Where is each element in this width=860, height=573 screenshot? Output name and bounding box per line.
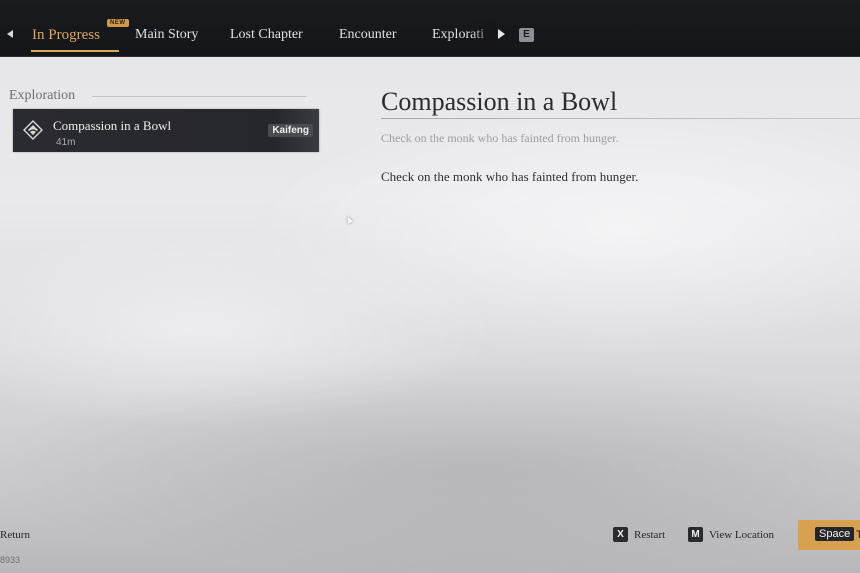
quest-detail-title: Compassion in a Bowl bbox=[381, 87, 618, 116]
restart-button[interactable]: Restart bbox=[634, 529, 665, 541]
quest-distance: 41m bbox=[56, 137, 76, 148]
view-location-key-hint: M bbox=[688, 527, 703, 542]
tab-encounter[interactable]: Encounter bbox=[339, 27, 397, 43]
quest-region-badge: Kaifeng bbox=[268, 124, 313, 137]
section-divider bbox=[92, 96, 306, 97]
detail-divider bbox=[381, 118, 860, 119]
uid-text: 8933 bbox=[0, 555, 21, 565]
section-label-exploration: Exploration bbox=[9, 88, 76, 103]
quest-objective: Check on the monk who has fainted from h… bbox=[381, 169, 639, 184]
return-button[interactable]: Return bbox=[0, 529, 30, 541]
tab-lost-chapter[interactable]: Lost Chapter bbox=[230, 27, 303, 43]
new-badge: NEW bbox=[107, 19, 129, 27]
space-key-hint: Space bbox=[815, 527, 855, 541]
tab-in-progress[interactable]: In Progress bbox=[32, 27, 100, 44]
quest-detail-subtitle: Check on the monk who has fainted from h… bbox=[381, 131, 619, 145]
quest-list-item[interactable]: Compassion in a Bowl 41m Kaifeng bbox=[13, 109, 319, 152]
quest-diamond-icon bbox=[23, 120, 43, 140]
track-button-label: T bbox=[856, 529, 860, 541]
tab-overflow-fade bbox=[470, 20, 496, 50]
restart-key-hint: X bbox=[613, 527, 628, 542]
mouse-cursor-icon bbox=[344, 215, 354, 224]
quest-title: Compassion in a Bowl bbox=[53, 118, 172, 133]
active-tab-underline bbox=[31, 50, 119, 52]
next-tab-key-hint: E bbox=[519, 28, 534, 42]
view-location-button[interactable]: View Location bbox=[709, 529, 774, 541]
tab-next-arrow-icon[interactable] bbox=[498, 29, 505, 39]
tab-main-story[interactable]: Main Story bbox=[135, 27, 198, 43]
tab-bar: In Progress NEW Main Story Lost Chapter … bbox=[0, 0, 860, 57]
tab-prev-arrow-icon[interactable] bbox=[7, 30, 13, 38]
